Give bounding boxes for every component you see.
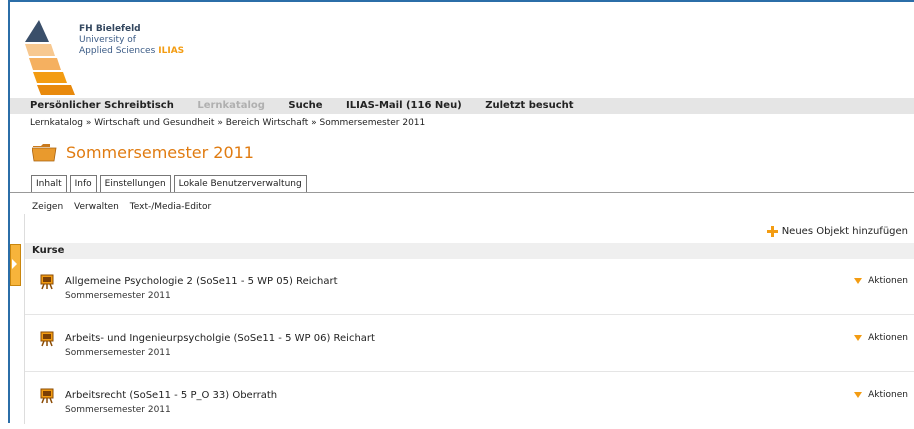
list-item: Arbeits- und Ingenieurpsycholgie (SoSe11… [25, 316, 914, 372]
course-subtitle: Sommersemester 2011 [65, 405, 171, 415]
subtab-editor[interactable]: Text-/Media-Editor [130, 202, 211, 212]
actions-button[interactable]: Aktionen [854, 333, 908, 343]
menu-zuletzt-besucht[interactable]: Zuletzt besucht [485, 100, 573, 111]
page-header: Sommersemester 2011 [32, 142, 254, 162]
brand-line2: University of [79, 35, 136, 45]
tab-einstellungen[interactable]: Einstellungen [99, 175, 171, 193]
actions-label: Aktionen [868, 333, 908, 343]
actions-label: Aktionen [868, 276, 908, 286]
add-object-label: Neues Objekt hinzufügen [781, 226, 908, 237]
menu-ilias-mail[interactable]: ILIAS-Mail (116 Neu) [346, 100, 462, 111]
menu-lernkatalog[interactable]: Lernkatalog [197, 100, 265, 111]
actions-button[interactable]: Aktionen [854, 276, 908, 286]
add-object-button[interactable]: Neues Objekt hinzufügen [766, 226, 908, 237]
brand-line3: Applied Sciences [79, 46, 156, 56]
course-subtitle: Sommersemester 2011 [65, 291, 171, 301]
sidebar-toggle-icon[interactable] [10, 244, 21, 286]
page-title: Sommersemester 2011 [66, 142, 254, 162]
tab-inhalt[interactable]: Inhalt [31, 175, 67, 193]
list-item: Allgemeine Psychologie 2 (SoSe11 - 5 WP … [25, 259, 914, 315]
actions-button[interactable]: Aktionen [854, 390, 908, 400]
chevron-down-icon [854, 278, 863, 284]
course-icon [40, 331, 54, 347]
brand-line1: FH Bielefeld [79, 24, 141, 34]
course-title[interactable]: Allgemeine Psychologie 2 (SoSe11 - 5 WP … [65, 276, 338, 287]
course-icon [40, 274, 54, 290]
folder-icon [32, 144, 57, 162]
actions-label: Aktionen [868, 390, 908, 400]
tab-info[interactable]: Info [69, 175, 97, 193]
subtab-bar: Zeigen Verwalten Text-/Media-Editor [32, 202, 219, 212]
main-menu: Persönlicher Schreibtisch Lernkatalog Su… [10, 98, 914, 114]
chevron-down-icon [854, 392, 863, 398]
brand-ilias: ILIAS [158, 46, 185, 56]
subtab-zeigen[interactable]: Zeigen [32, 202, 63, 212]
section-header: Kurse [25, 243, 914, 259]
course-icon [40, 388, 54, 404]
brand-text: FH Bielefeld University of Applied Scien… [79, 24, 184, 57]
tab-divider [10, 192, 914, 193]
course-title[interactable]: Arbeitsrecht (SoSe11 - 5 P_O 33) Oberrat… [65, 390, 277, 401]
menu-suche[interactable]: Suche [288, 100, 322, 111]
menu-personal-desktop[interactable]: Persönlicher Schreibtisch [30, 100, 174, 111]
course-subtitle: Sommersemester 2011 [65, 348, 171, 358]
subtab-verwalten[interactable]: Verwalten [74, 202, 119, 212]
tab-bar: Inhalt Info Einstellungen Lokale Benutze… [31, 175, 310, 193]
fh-logo-icon [25, 20, 75, 95]
plus-icon [766, 226, 778, 237]
breadcrumb[interactable]: Lernkatalog » Wirtschaft und Gesundheit … [30, 118, 425, 128]
tab-lokale-benutzerverwaltung[interactable]: Lokale Benutzerverwaltung [173, 175, 307, 193]
course-title[interactable]: Arbeits- und Ingenieurpsycholgie (SoSe11… [65, 333, 375, 344]
chevron-down-icon [854, 335, 863, 341]
